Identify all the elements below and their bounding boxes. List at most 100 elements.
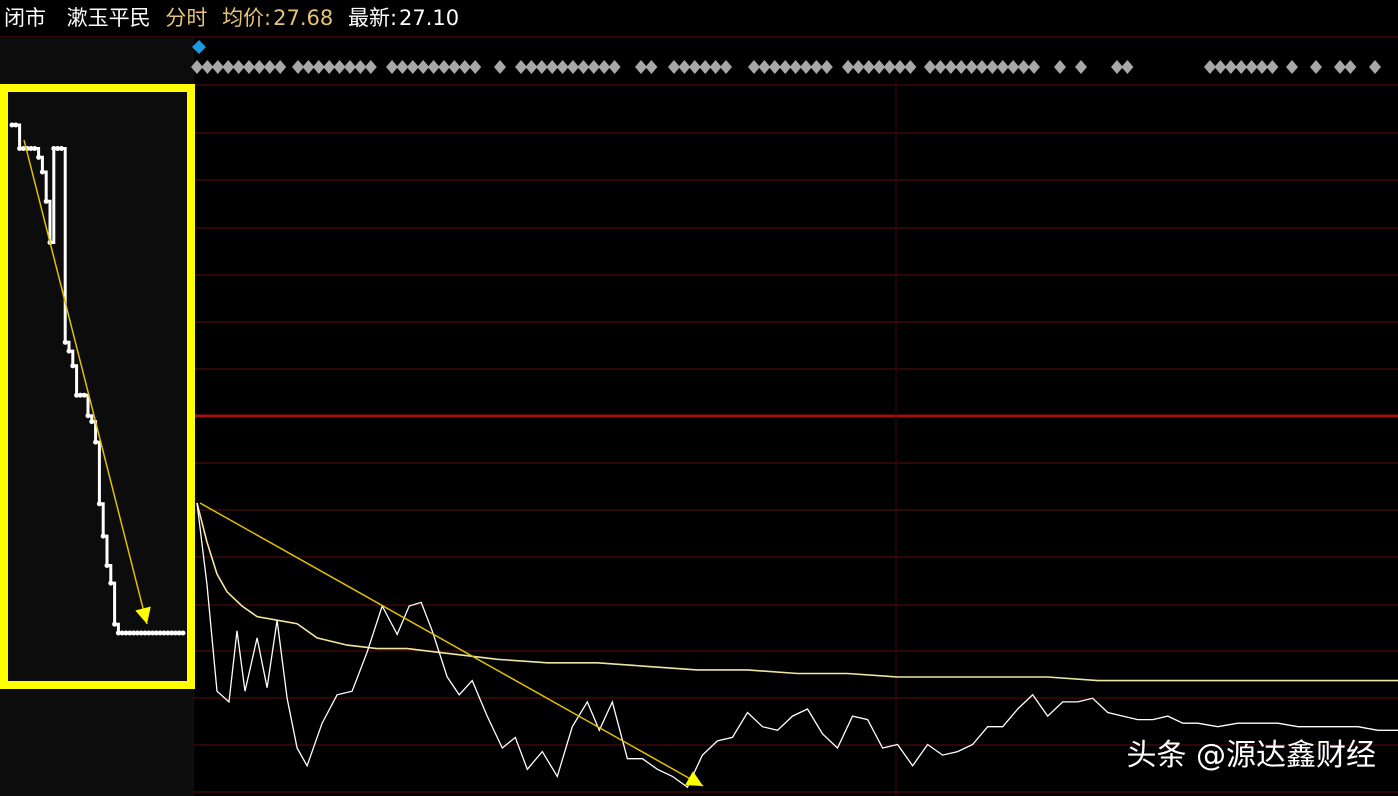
signal-diamond [1334, 60, 1346, 74]
signal-diamond [699, 60, 712, 74]
signal-diamond [996, 60, 1009, 74]
signal-diamond [1256, 60, 1268, 74]
previous-session-panel [0, 37, 195, 796]
price-point [100, 533, 106, 539]
price-point [85, 413, 91, 419]
signal-diamond [688, 60, 701, 74]
signal-diamond [1266, 60, 1279, 74]
signal-diamond [222, 60, 235, 74]
signal-diamond [494, 60, 506, 74]
signal-diamond [1054, 60, 1066, 74]
signal-diamond [323, 60, 336, 74]
signal-diamond [924, 60, 936, 74]
signal-diamond [427, 60, 440, 74]
price-point [36, 154, 42, 160]
signal-diamond [1245, 60, 1258, 74]
signal-diamond [587, 60, 600, 74]
price-point [43, 198, 49, 204]
price-point [81, 392, 87, 398]
signal-diamond [386, 60, 398, 74]
signal-diamond [1075, 60, 1087, 74]
signal-markers-row [191, 40, 1381, 74]
signal-diamond [211, 60, 224, 74]
signal-diamond [904, 60, 917, 74]
signal-diamond [894, 60, 906, 74]
price-point [70, 363, 76, 369]
signal-diamond [976, 60, 988, 74]
signal-diamond [515, 60, 527, 74]
signal-diamond [748, 60, 760, 74]
trend-arrow-intraday-line [199, 502, 704, 787]
trend-arrow-intraday-head [685, 771, 703, 786]
signal-diamond [1286, 60, 1298, 74]
signal-diamond [263, 60, 276, 74]
signal-diamond [1344, 60, 1357, 74]
signal-diamond [1121, 60, 1134, 74]
avg-price-line [196, 502, 1398, 682]
signal-diamond [253, 60, 266, 74]
signal-diamond [873, 60, 886, 74]
signal-diamond [965, 60, 978, 74]
signal-diamond [758, 60, 771, 74]
price-point [93, 439, 99, 445]
signal-diamond [1214, 60, 1227, 74]
signal-diamond [556, 60, 569, 74]
signal-diamond [709, 60, 722, 74]
signal-diamond [302, 60, 315, 74]
signal-diamond [354, 60, 367, 74]
signal-diamond [1235, 60, 1248, 74]
signal-diamond [944, 60, 957, 74]
signal-diamond [438, 60, 450, 74]
signal-diamond [292, 60, 304, 74]
signal-diamond [635, 60, 647, 74]
chart-grid [0, 36, 1398, 796]
signal-diamond [842, 60, 854, 74]
price-point [66, 348, 72, 354]
signal-diamond [1111, 60, 1123, 74]
price-point [96, 501, 102, 507]
price-point [58, 146, 64, 151]
blue-marker [192, 40, 206, 54]
price-point [112, 621, 118, 627]
signal-diamond [396, 60, 409, 74]
signal-diamond [577, 60, 590, 74]
signal-diamond [789, 60, 802, 74]
signal-diamond [243, 60, 255, 74]
signal-diamond [678, 60, 691, 74]
price-point [104, 563, 110, 568]
watermark: 头条 @源达鑫财经 [1126, 738, 1376, 773]
price-point [32, 146, 38, 151]
signal-diamond [1224, 60, 1237, 74]
price-point [39, 169, 45, 175]
price-point [180, 630, 186, 636]
signal-diamond [546, 60, 559, 74]
signal-diamond [312, 60, 325, 74]
signal-diamond [720, 60, 732, 74]
signal-diamond [598, 60, 611, 74]
signal-diamond [883, 60, 896, 74]
signal-diamond [448, 60, 461, 74]
signal-diamond [1007, 60, 1020, 74]
signal-diamond [1369, 60, 1381, 74]
signal-diamond [800, 60, 812, 74]
signal-diamond [862, 60, 875, 74]
signal-diamond [934, 60, 947, 74]
signal-diamond [852, 60, 865, 74]
price-point [108, 580, 114, 586]
signal-diamond [535, 60, 548, 74]
price-point [89, 419, 95, 425]
signal-diamond [344, 60, 356, 74]
signal-diamond [417, 60, 430, 74]
signal-diamond [232, 60, 245, 74]
signal-diamond [567, 60, 579, 74]
signal-diamond [201, 60, 214, 74]
signal-diamond [668, 60, 680, 74]
signal-diamond [779, 60, 792, 74]
signal-diamond [955, 60, 968, 74]
intraday-chart [0, 36, 1398, 796]
price-point [13, 122, 19, 128]
signal-diamond [525, 60, 538, 74]
price-point [62, 339, 68, 345]
signal-diamond [1310, 60, 1322, 74]
signal-diamond [986, 60, 999, 74]
